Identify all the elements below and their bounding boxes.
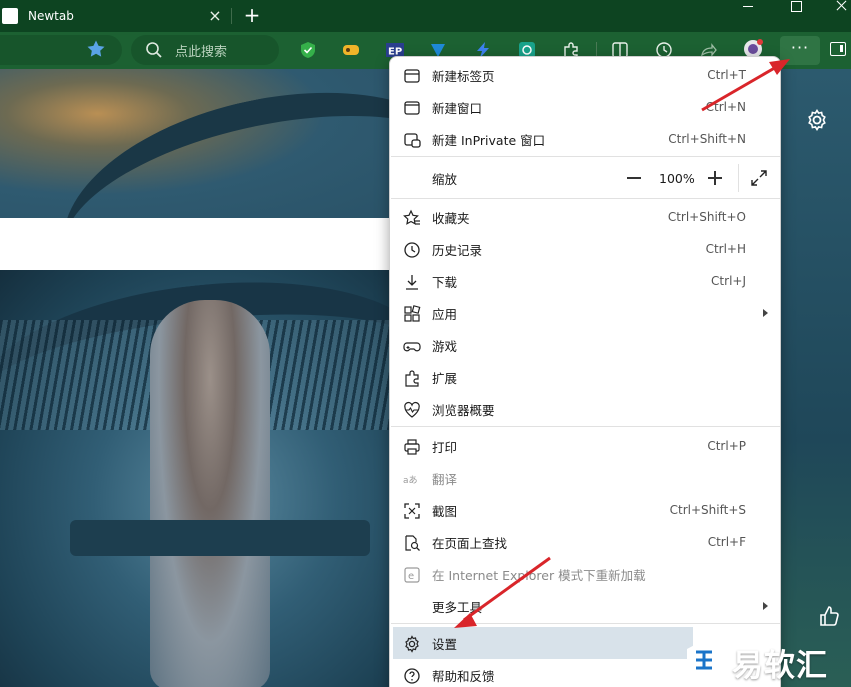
- new-tab-icon: [404, 69, 420, 83]
- piano-bench: [70, 520, 370, 556]
- menu-item-screenshot[interactable]: 截图 Ctrl+Shift+S: [391, 494, 780, 526]
- print-icon: [404, 439, 420, 455]
- settings-and-more-menu: 新建标签页 Ctrl+T 新建窗口 Ctrl+N 新建 InPrivate 窗口…: [389, 56, 781, 687]
- background-image-top: [0, 69, 499, 361]
- menu-divider: [391, 198, 780, 199]
- help-icon: [404, 668, 420, 684]
- history-icon: [404, 242, 420, 258]
- tab-favicon: [2, 8, 18, 24]
- menu-item-apps[interactable]: 应用: [391, 297, 780, 329]
- content-band: [0, 218, 390, 270]
- svg-text:aあ: aあ: [403, 475, 418, 486]
- zoom-out-button[interactable]: [627, 177, 641, 179]
- menu-item-print[interactable]: 打印 Ctrl+P: [391, 430, 780, 462]
- download-icon: [406, 275, 418, 290]
- menu-item-settings[interactable]: 设置: [393, 627, 693, 659]
- new-window-icon: [404, 101, 420, 115]
- zoom-level: 100%: [659, 170, 695, 186]
- menu-divider: [391, 156, 780, 157]
- inprivate-icon: [404, 133, 421, 148]
- favorites-icon: [403, 209, 420, 225]
- search-icon: [146, 42, 162, 58]
- find-icon: [405, 535, 420, 551]
- menu-item-games[interactable]: 游戏: [391, 329, 780, 361]
- menu-item-extensions[interactable]: 扩展: [391, 361, 780, 393]
- screenshot-icon: [404, 503, 420, 519]
- zoom-in-button[interactable]: [708, 171, 722, 185]
- thumbs-up-icon[interactable]: [818, 605, 840, 627]
- background-image-piano: [0, 261, 439, 687]
- sidebar-icon[interactable]: [830, 42, 846, 56]
- menu-item-translate: aあ 翻译: [403, 471, 458, 487]
- menu-item-new-tab[interactable]: 新建标签页 Ctrl+T: [391, 59, 780, 91]
- tab-close-icon[interactable]: ×: [206, 7, 224, 25]
- menu-item-zoom: 缩放 100%: [391, 162, 780, 194]
- menu-item-new-window[interactable]: 新建窗口 Ctrl+N: [391, 91, 780, 123]
- background-image-right: [778, 69, 851, 687]
- extensions-icon: [405, 370, 419, 387]
- ie-mode-icon: e: [404, 567, 420, 583]
- apps-icon: [404, 305, 421, 322]
- menu-item-favorites[interactable]: 收藏夹 Ctrl+Shift+O: [391, 201, 780, 233]
- search-label: 点此搜索: [175, 44, 228, 60]
- fullscreen-icon[interactable]: [750, 169, 768, 187]
- menu-divider: [391, 623, 780, 624]
- menu-item-browser-essentials[interactable]: 浏览器概要: [391, 393, 780, 425]
- svg-text:e: e: [408, 571, 414, 582]
- search-box[interactable]: 点此搜索: [131, 35, 279, 65]
- new-tab-button[interactable]: +: [240, 4, 264, 28]
- tab-title: Newtab: [28, 9, 74, 23]
- settings-icon: [405, 635, 419, 653]
- shield-extension-icon[interactable]: [299, 41, 317, 59]
- tab-newtab[interactable]: Newtab: [0, 0, 230, 32]
- menu-item-history[interactable]: 历史记录 Ctrl+H: [391, 233, 780, 265]
- zoom-divider: [738, 164, 739, 192]
- menu-divider: [391, 426, 780, 427]
- page-settings-icon[interactable]: [805, 108, 829, 132]
- submenu-arrow-icon: [763, 309, 768, 317]
- extension-icon[interactable]: [342, 41, 360, 59]
- watermark: 易软汇: [684, 636, 851, 687]
- menu-item-new-inprivate[interactable]: 新建 InPrivate 窗口 Ctrl+Shift+N: [391, 123, 780, 155]
- menu-item-more-tools[interactable]: 更多工具: [391, 590, 780, 622]
- menu-item-find-on-page[interactable]: 在页面上查找 Ctrl+F: [391, 526, 780, 558]
- games-icon: [403, 342, 421, 352]
- translate-icon: aあ: [403, 475, 418, 486]
- maximize-button[interactable]: [780, 0, 810, 14]
- close-window-button[interactable]: [826, 0, 851, 14]
- browser-essentials-icon: [404, 401, 420, 418]
- menu-item-ie-mode: e 在 Internet Explorer 模式下重新加载: [391, 558, 780, 590]
- submenu-arrow-icon: [763, 602, 768, 610]
- menu-item-downloads[interactable]: 下载 Ctrl+J: [391, 265, 780, 297]
- watermark-logo-icon: [687, 640, 721, 680]
- tab-strip: Newtab × +: [0, 0, 851, 32]
- minimize-button[interactable]: [733, 0, 763, 14]
- star-icon[interactable]: [86, 39, 106, 59]
- more-icon[interactable]: ···: [780, 36, 820, 65]
- pianist-figure: [150, 300, 270, 687]
- watermark-text: 易软汇: [732, 648, 828, 684]
- tab-divider: [231, 8, 232, 24]
